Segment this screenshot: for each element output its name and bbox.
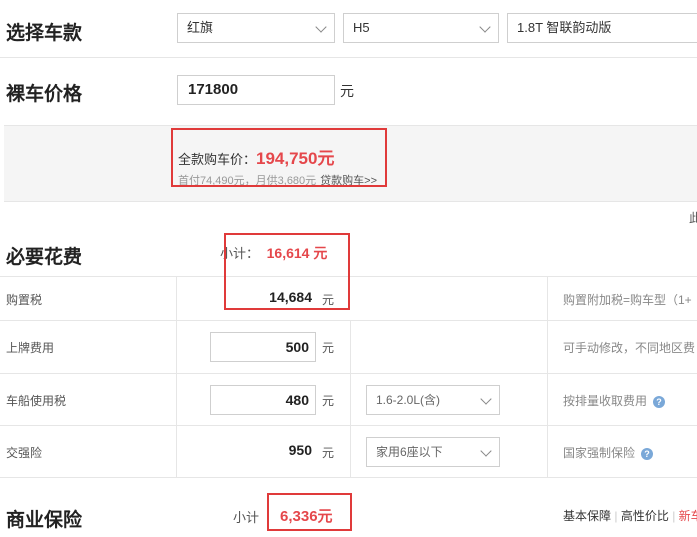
chevron-down-icon xyxy=(480,393,492,405)
chevron-down-icon xyxy=(315,21,327,33)
commercial-tabs: 基本保障 | 高性价比 | 新车 xyxy=(563,507,697,524)
tab-basic-coverage[interactable]: 基本保障 xyxy=(563,509,611,523)
displacement-select-value: 1.6-2.0L(含) xyxy=(376,393,441,407)
vehicle-tax-input[interactable]: 480 xyxy=(210,385,316,415)
highlight-box xyxy=(224,233,350,310)
commercial-subtotal-label: 小计 xyxy=(233,510,260,525)
bare-price-title: 裸车价格 xyxy=(6,84,83,105)
row-label-purchase-tax: 购置税 xyxy=(6,293,43,307)
bare-price-unit: 元 xyxy=(340,83,354,99)
trim-select[interactable]: 1.8T 智联韵动版 xyxy=(507,13,697,43)
divider xyxy=(0,373,697,374)
plate-fee-input[interactable]: 500 xyxy=(210,332,316,362)
row-label-compulsory-insurance: 交强险 xyxy=(6,446,43,460)
model-select-value: H5 xyxy=(353,20,370,35)
help-icon[interactable]: ? xyxy=(641,447,654,460)
vehicle-tax-unit: 元 xyxy=(322,394,335,408)
divider xyxy=(176,276,177,477)
plate-fee-note: 可手动修改，不同地区费 xyxy=(563,341,696,355)
compulsory-insurance-note-text: 国家强制保险 xyxy=(563,446,636,460)
compulsory-insurance-unit: 元 xyxy=(322,446,335,460)
displacement-select[interactable]: 1.6-2.0L(含) xyxy=(366,385,500,415)
tab-separator: | xyxy=(672,509,676,523)
commercial-title: 商业保险 xyxy=(6,510,83,531)
row-label-vehicle-tax: 车船使用税 xyxy=(6,394,67,408)
vehicle-tax-note: 按排量收取费用? xyxy=(563,392,666,409)
compulsory-insurance-note: 国家强制保险? xyxy=(563,444,654,461)
tab-cost-effective[interactable]: 高性价比 xyxy=(621,509,669,523)
row-label-plate-fee: 上牌费用 xyxy=(6,341,55,355)
divider xyxy=(0,320,697,321)
required-title: 必要花费 xyxy=(6,247,83,268)
select-car-title: 选择车款 xyxy=(6,23,83,44)
bare-price-input[interactable]: 171800 xyxy=(177,75,335,105)
vehicle-tax-note-text: 按排量收取费用 xyxy=(563,394,648,408)
model-select[interactable]: H5 xyxy=(343,13,499,43)
highlight-box xyxy=(267,493,352,531)
divider xyxy=(350,320,351,477)
highlight-box xyxy=(171,128,387,187)
edge-text: 此 xyxy=(689,211,697,225)
purchase-tax-note: 购置附加税=购车型（1+ xyxy=(563,293,692,307)
chevron-down-icon xyxy=(479,21,491,33)
divider xyxy=(0,425,697,426)
tab-separator: | xyxy=(614,509,618,523)
help-icon[interactable]: ? xyxy=(653,395,666,408)
brand-select-value: 红旗 xyxy=(187,20,214,35)
plate-fee-unit: 元 xyxy=(322,341,335,355)
seat-type-select[interactable]: 家用6座以下 xyxy=(366,437,500,467)
chevron-down-icon xyxy=(480,445,492,457)
brand-select[interactable]: 红旗 xyxy=(177,13,335,43)
compulsory-insurance-value: 950 xyxy=(288,442,312,458)
trim-select-value: 1.8T 智联韵动版 xyxy=(517,20,612,35)
tab-new-car[interactable]: 新车 xyxy=(679,509,697,523)
seat-type-select-value: 家用6座以下 xyxy=(376,445,443,459)
divider xyxy=(547,276,548,477)
divider xyxy=(0,57,697,58)
divider xyxy=(0,477,697,478)
